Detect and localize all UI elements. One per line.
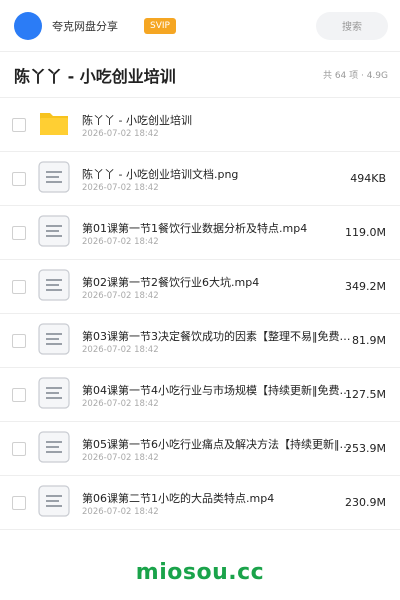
file-row[interactable]: 陈丫丫 - 小吃创业培训文档.png 2026-07-02 18:42 494K… [0, 152, 400, 206]
search-placeholder: 搜索 [342, 22, 362, 33]
file-date: 2026-07-02 18:42 [82, 507, 159, 517]
row-checkbox[interactable] [12, 334, 26, 348]
file-name: 第02课第一节2餐饮行业6大坑.mp4 [82, 276, 260, 289]
row-checkbox[interactable] [12, 226, 26, 240]
file-size: 230.9M [345, 496, 386, 509]
search-input[interactable]: 搜索 [316, 11, 388, 40]
document-icon [38, 269, 70, 301]
app-logo [14, 11, 42, 40]
file-list: 陈丫丫 - 小吃创业培训 2026-07-02 18:42 陈丫丫 - 小吃创业… [0, 98, 400, 530]
file-size: 494KB [350, 172, 386, 185]
file-size: 81.9M [352, 334, 386, 347]
folder-icon [40, 113, 68, 135]
svip-badge: SVIP [144, 17, 176, 34]
file-name: 第05课第一节6小吃行业痛点及解决方法【持续更新‖免费分享】.mp4 [82, 438, 354, 451]
file-name: 第06课第二节1小吃的大品类特点.mp4 [82, 492, 275, 505]
file-size: 119.0M [345, 226, 386, 239]
document-icon [38, 485, 70, 517]
file-date: 2026-07-02 18:42 [82, 183, 159, 193]
folder-meta: 共 64 项 · 4.9G [322, 71, 388, 81]
app-header: 夸克网盘分享 SVIP 搜索 [0, 0, 400, 52]
file-row[interactable]: 陈丫丫 - 小吃创业培训 2026-07-02 18:42 [0, 98, 400, 152]
file-date: 2026-07-02 18:42 [82, 237, 159, 247]
file-row[interactable]: 第04课第一节4小吃行业与市场规模【持续更新‖免费分享】.mp4 2026-07… [0, 368, 400, 422]
file-size: 253.9M [345, 442, 386, 455]
folder-title: 陈丫丫 - 小吃创业培训 [14, 66, 176, 86]
document-icon [38, 215, 70, 247]
document-icon [38, 377, 70, 409]
file-row[interactable]: 第05课第一节6小吃行业痛点及解决方法【持续更新‖免费分享】.mp4 2026-… [0, 422, 400, 476]
file-name: 陈丫丫 - 小吃创业培训 [82, 114, 192, 127]
file-size: 127.5M [345, 388, 386, 401]
file-name: 第03课第一节3决定餐饮成功的因素【整理不易‖免费分享】.mp4 [82, 330, 354, 343]
document-icon [38, 431, 70, 463]
file-name: 第04课第一节4小吃行业与市场规模【持续更新‖免费分享】.mp4 [82, 384, 354, 397]
file-size: 349.2M [345, 280, 386, 293]
watermark-text: miosou.cc [135, 560, 265, 585]
share-page: 夸克网盘分享 SVIP 搜索 陈丫丫 - 小吃创业培训 共 64 项 · 4.9… [0, 0, 400, 600]
file-name: 第01课第一节1餐饮行业数据分析及特点.mp4 [82, 222, 308, 235]
file-date: 2026-07-02 18:42 [82, 453, 159, 463]
row-checkbox[interactable] [12, 280, 26, 294]
file-name: 陈丫丫 - 小吃创业培训文档.png [82, 168, 239, 181]
document-icon [38, 161, 70, 193]
row-checkbox[interactable] [12, 118, 26, 132]
app-title: 夸克网盘分享 [52, 19, 118, 33]
row-checkbox[interactable] [12, 388, 26, 402]
file-row[interactable]: 第03课第一节3决定餐饮成功的因素【整理不易‖免费分享】.mp4 2026-07… [0, 314, 400, 368]
file-date: 2026-07-02 18:42 [82, 399, 159, 409]
row-checkbox[interactable] [12, 496, 26, 510]
file-date: 2026-07-02 18:42 [82, 129, 159, 139]
file-row[interactable]: 第02课第一节2餐饮行业6大坑.mp4 2026-07-02 18:42 349… [0, 260, 400, 314]
file-date: 2026-07-02 18:42 [82, 291, 159, 301]
document-icon [38, 323, 70, 355]
row-checkbox[interactable] [12, 172, 26, 186]
row-checkbox[interactable] [12, 442, 26, 456]
file-date: 2026-07-02 18:42 [82, 345, 159, 355]
file-row[interactable]: 第01课第一节1餐饮行业数据分析及特点.mp4 2026-07-02 18:42… [0, 206, 400, 260]
folder-title-row: 陈丫丫 - 小吃创业培训 共 64 项 · 4.9G [0, 52, 400, 98]
file-row[interactable]: 第06课第二节1小吃的大品类特点.mp4 2026-07-02 18:42 23… [0, 476, 400, 530]
